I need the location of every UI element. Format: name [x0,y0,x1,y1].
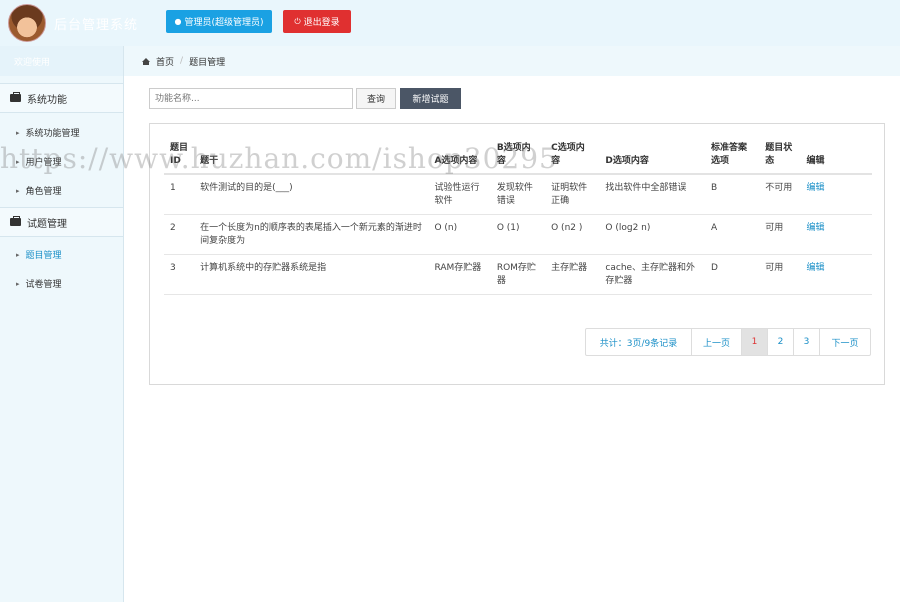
pagination-summary: 共计：3页/9条记录 [586,329,692,355]
admin-button[interactable]: ● 管理员(超级管理员) [166,10,272,33]
table-cell: 证明软件正确 [545,174,600,215]
logout-button[interactable]: ⏻ 退出登录 [283,10,351,33]
sidebar-item-users[interactable]: ▸ 用户管理 [0,147,123,176]
logout-button-label: 退出登录 [303,18,340,28]
sidebar-item-system-function[interactable]: ▸ 系统功能管理 [0,118,123,147]
column-header: 题目ID [164,138,195,175]
breadcrumb-separator: / [180,56,184,66]
column-header: 题目状态 [759,138,801,175]
sidebar-section-label: 试题管理 [27,218,67,230]
questions-table: 题目ID 题干 A选项内容 B选项内容 C选项内容 D选项内容 标准答案选项 题… [164,138,872,295]
table-cell: RAM存贮器 [428,254,491,295]
add-question-button[interactable]: 新增试题 [400,88,461,109]
breadcrumb-home[interactable]: 首页 [156,55,174,68]
table-cell: 1 [164,174,195,215]
sidebar-section-system[interactable]: 系统功能 [0,83,123,113]
query-button[interactable]: 查询 [356,88,396,109]
sidebar-welcome: 欢迎使用 [0,46,123,76]
caret-right-icon: ▸ [16,250,20,259]
table-row: 3 计算机系统中的存贮器系统是指 RAM存贮器 ROM存贮器 主存贮器 cach… [164,254,872,295]
power-icon: ⏻ [294,16,301,26]
pagination: 共计：3页/9条记录 上一页 1 2 3 下一页 [585,328,871,356]
column-header: D选项内容 [599,138,705,175]
table-header-row: 题目ID 题干 A选项内容 B选项内容 C选项内容 D选项内容 标准答案选项 题… [164,138,872,175]
table-cell: ROM存贮器 [490,254,546,295]
caret-right-icon: ▸ [16,128,20,137]
top-header: 后台管理系统 ● 管理员(超级管理员) ⏻ 退出登录 [0,0,900,46]
table-cell: 计算机系统中的存贮器系统是指 [194,254,429,295]
breadcrumb-current: 题目管理 [189,57,226,68]
sidebar-item-questions[interactable]: ▸ 题目管理 [0,240,123,269]
breadcrumb: 首页 / 题目管理 [124,46,900,76]
table-cell: cache、主存贮器和外存贮器 [599,254,705,295]
table-row: 1 软件测试的目的是(___) 试验性运行软件 发现软件错误 证明软件正确 找出… [164,174,872,215]
table-cell: 主存贮器 [545,254,600,295]
sidebar-section-label: 系统功能 [27,94,67,106]
table-cell: 2 [164,214,195,255]
pagination-page[interactable]: 3 [794,329,820,355]
table-cell: O (1) [490,214,546,255]
avatar [8,4,46,42]
sidebar-item-label: 角色管理 [25,187,62,197]
caret-right-icon: ▸ [16,157,20,166]
pagination-prev[interactable]: 上一页 [692,329,742,355]
sidebar-section-exam[interactable]: 试题管理 [0,207,123,237]
search-input[interactable] [149,88,353,109]
table-cell: O (n) [428,214,491,255]
table-cell: 试验性运行软件 [428,174,491,215]
sidebar-item-roles[interactable]: ▸ 角色管理 [0,176,123,205]
caret-right-icon: ▸ [16,186,20,195]
column-header: 编辑 [800,138,872,175]
table-cell: 在一个长度为n的顺序表的表尾插入一个新元素的渐进时间复杂度为 [194,214,429,255]
table-cell: 发现软件错误 [490,174,546,215]
sidebar-item-label: 用户管理 [25,158,62,168]
sidebar-item-label: 试卷管理 [25,280,62,290]
sidebar: 欢迎使用 系统功能 ▸ 系统功能管理 ▸ 用户管理 ▸ 角色管理 试题管理 ▸ … [0,46,124,602]
app-title: 后台管理系统 [54,18,139,33]
table-cell: O (n2 ) [545,214,600,255]
column-header: 标准答案选项 [705,138,760,175]
column-header: 题干 [194,138,429,175]
sidebar-welcome-text: 欢迎使用 [14,58,51,68]
edit-link[interactable]: 编辑 [800,254,872,295]
table-cell: 找出软件中全部错误 [599,174,705,215]
pagination-next[interactable]: 下一页 [820,329,870,355]
column-header: B选项内容 [490,138,546,175]
column-header: A选项内容 [428,138,491,175]
table-cell: O (log2 n) [599,214,705,255]
table-cell: 可用 [759,254,801,295]
column-header: C选项内容 [545,138,600,175]
sidebar-item-label: 系统功能管理 [25,129,80,139]
questions-panel: 题目ID 题干 A选项内容 B选项内容 C选项内容 D选项内容 标准答案选项 题… [149,123,885,385]
edit-link[interactable]: 编辑 [800,214,872,255]
pagination-page[interactable]: 1 [742,329,768,355]
edit-link[interactable]: 编辑 [800,174,872,215]
user-icon: ● [174,17,182,26]
table-cell: 3 [164,254,195,295]
briefcase-icon [10,92,21,102]
table-cell: B [705,174,760,215]
table-cell: D [705,254,760,295]
table-cell: A [705,214,760,255]
sidebar-item-papers[interactable]: ▸ 试卷管理 [0,269,123,298]
admin-button-label: 管理员(超级管理员) [184,18,264,28]
table-cell: 可用 [759,214,801,255]
pagination-page[interactable]: 2 [768,329,794,355]
briefcase-icon [10,216,21,226]
table-cell: 不可用 [759,174,801,215]
table-row: 2 在一个长度为n的顺序表的表尾插入一个新元素的渐进时间复杂度为 O (n) O… [164,214,872,255]
table-cell: 软件测试的目的是(___) [194,174,429,215]
caret-right-icon: ▸ [16,279,20,288]
home-icon [142,57,150,65]
sidebar-item-label: 题目管理 [25,251,62,261]
